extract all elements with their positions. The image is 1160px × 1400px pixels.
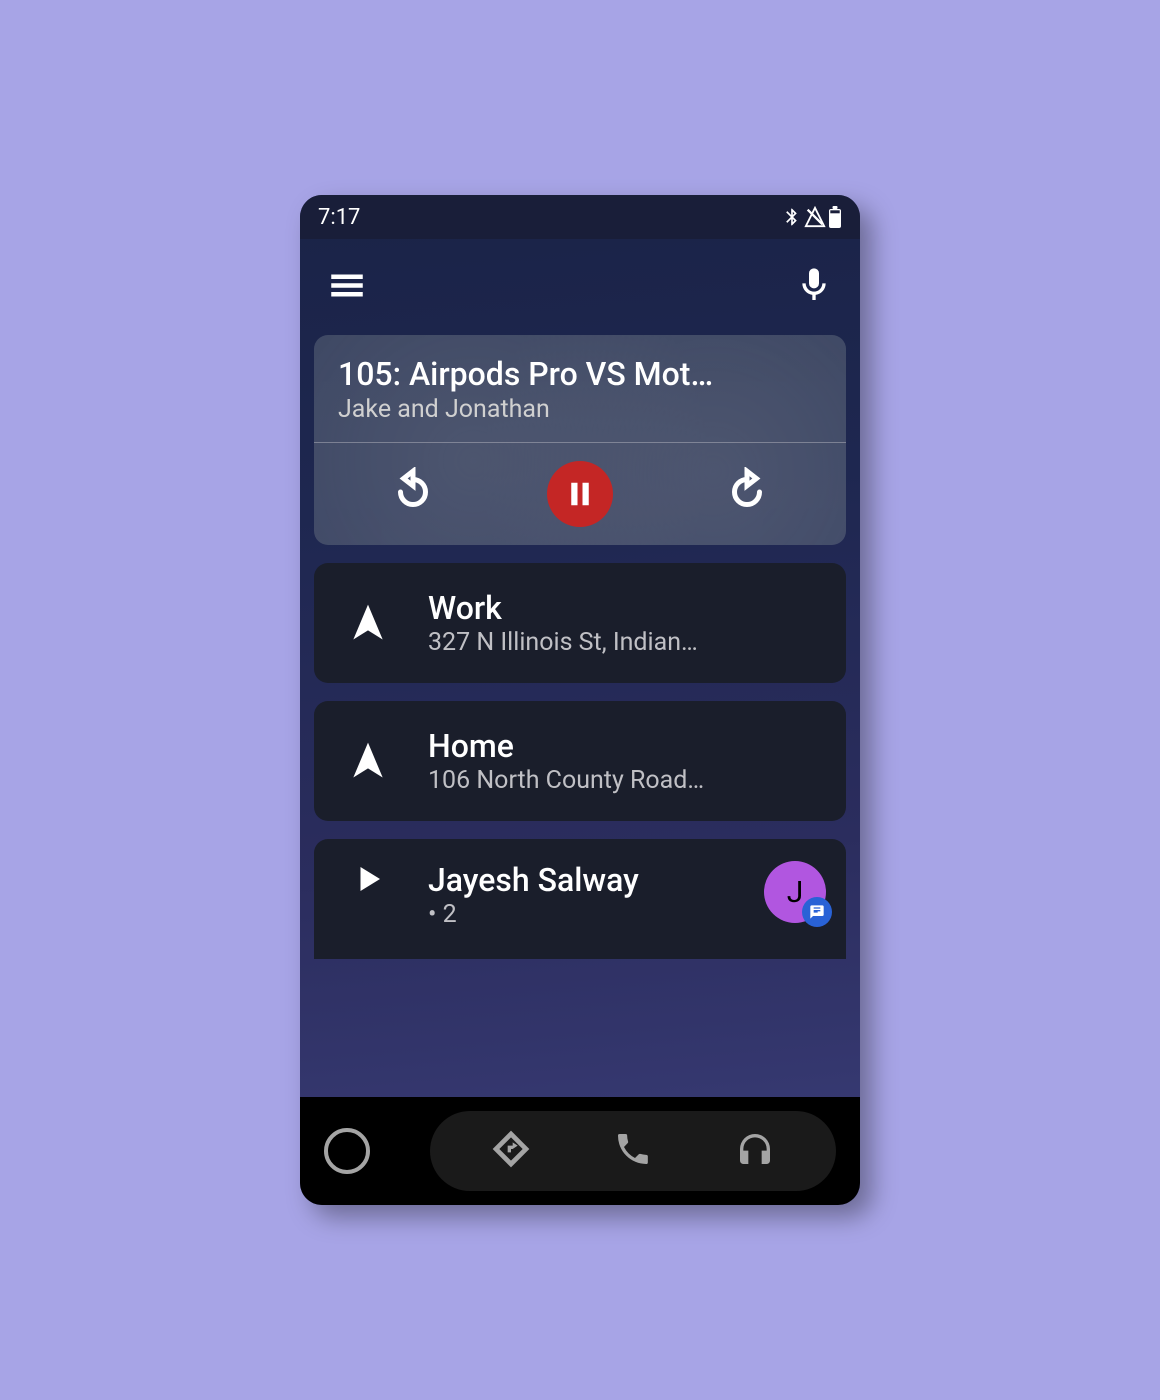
now-playing-card[interactable]: 105: Airpods Pro VS Mot… Jake and Jonath… xyxy=(314,335,846,545)
navigate-icon xyxy=(346,601,390,645)
nav-pill xyxy=(430,1111,836,1191)
battery-icon xyxy=(828,206,842,228)
avatar: J xyxy=(764,861,826,923)
avatar-letter: J xyxy=(787,875,804,910)
navigate-icon xyxy=(346,739,390,783)
pause-button[interactable] xyxy=(547,461,613,527)
phone-frame: 7:17 105: Airpods Pro VS Mot… Jake and J… xyxy=(300,195,860,1205)
destination-address: 106 North County Road… xyxy=(428,766,826,795)
play-icon[interactable] xyxy=(350,861,386,897)
nav-phone-icon[interactable] xyxy=(613,1129,653,1173)
forward-icon[interactable] xyxy=(722,467,772,521)
message-badge xyxy=(802,897,832,927)
destination-card-work[interactable]: Work 327 N Illinois St, Indian… xyxy=(314,563,846,683)
media-title: 105: Airpods Pro VS Mot… xyxy=(338,355,822,393)
nav-headphones-icon[interactable] xyxy=(735,1129,775,1173)
menu-icon[interactable] xyxy=(326,264,368,310)
signal-off-icon xyxy=(804,206,826,228)
destination-title: Home xyxy=(428,727,826,765)
home-circle-icon[interactable] xyxy=(324,1128,370,1174)
rewind-icon[interactable] xyxy=(388,467,438,521)
chat-icon xyxy=(809,904,825,920)
message-card[interactable]: Jayesh Salway • 2 J xyxy=(314,839,846,959)
microphone-icon[interactable] xyxy=(794,265,834,309)
bluetooth-icon xyxy=(782,206,802,228)
app-bar xyxy=(300,239,860,335)
nav-directions-icon[interactable] xyxy=(491,1129,531,1173)
message-count: • 2 xyxy=(428,900,738,929)
clock-time: 7:17 xyxy=(318,205,360,230)
cards-container: 105: Airpods Pro VS Mot… Jake and Jonath… xyxy=(300,335,860,959)
status-bar: 7:17 xyxy=(300,195,860,239)
media-subtitle: Jake and Jonathan xyxy=(338,395,822,424)
destination-title: Work xyxy=(428,589,826,627)
message-sender: Jayesh Salway xyxy=(428,861,738,899)
status-icons xyxy=(782,206,842,228)
pause-icon xyxy=(565,479,595,509)
destination-card-home[interactable]: Home 106 North County Road… xyxy=(314,701,846,821)
bottom-nav xyxy=(300,1097,860,1205)
destination-address: 327 N Illinois St, Indian… xyxy=(428,628,826,657)
